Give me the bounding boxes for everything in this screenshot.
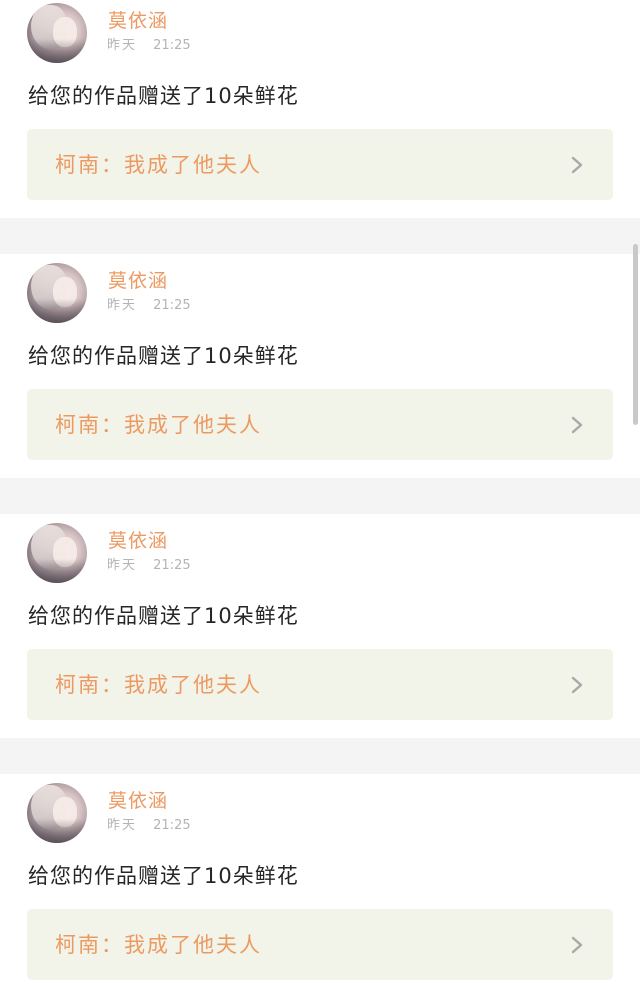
- gift-message: 给您的作品赠送了10朵鲜花: [28, 84, 299, 108]
- user-avatar[interactable]: [27, 3, 87, 63]
- gift-message: 给您的作品赠送了10朵鲜花: [28, 344, 299, 368]
- work-title: 柯南：我成了他夫人: [55, 933, 262, 957]
- avatar-shade-shape: [27, 559, 87, 583]
- user-avatar[interactable]: [27, 783, 87, 843]
- work-link-button[interactable]: 柯南：我成了他夫人: [27, 649, 613, 720]
- chevron-right-icon: [571, 676, 583, 694]
- notification-card: 莫依涵 昨天 21:25 给您的作品赠送了10朵鲜花 柯南：我成了他夫人: [0, 254, 640, 478]
- notification-card: 莫依涵 昨天 21:25 给您的作品赠送了10朵鲜花 柯南：我成了他夫人: [0, 0, 640, 218]
- timestamp-clock: 21:25: [153, 818, 191, 833]
- work-link-button[interactable]: 柯南：我成了他夫人: [27, 129, 613, 200]
- timestamp-day: 昨天: [107, 818, 138, 833]
- username[interactable]: 莫依涵: [108, 790, 168, 812]
- timestamp: 昨天 21:25: [107, 38, 191, 54]
- user-avatar[interactable]: [27, 523, 87, 583]
- timestamp: 昨天 21:25: [107, 558, 191, 574]
- avatar-shade-shape: [27, 299, 87, 323]
- avatar-shade-shape: [27, 39, 87, 63]
- timestamp: 昨天 21:25: [107, 298, 191, 314]
- work-link-button[interactable]: 柯南：我成了他夫人: [27, 909, 613, 980]
- username[interactable]: 莫依涵: [108, 10, 168, 32]
- chevron-right-icon: [571, 416, 583, 434]
- work-title: 柯南：我成了他夫人: [55, 413, 262, 437]
- gift-message: 给您的作品赠送了10朵鲜花: [28, 604, 299, 628]
- username[interactable]: 莫依涵: [108, 270, 168, 292]
- vertical-scrollbar[interactable]: [633, 244, 638, 425]
- work-title: 柯南：我成了他夫人: [55, 673, 262, 697]
- timestamp-clock: 21:25: [153, 558, 191, 573]
- chevron-right-icon: [571, 156, 583, 174]
- timestamp-clock: 21:25: [153, 38, 191, 53]
- chevron-right-icon: [571, 936, 583, 954]
- work-link-button[interactable]: 柯南：我成了他夫人: [27, 389, 613, 460]
- notification-card: 莫依涵 昨天 21:25 给您的作品赠送了10朵鲜花 柯南：我成了他夫人: [0, 514, 640, 738]
- timestamp: 昨天 21:25: [107, 818, 191, 834]
- gift-message: 给您的作品赠送了10朵鲜花: [28, 864, 299, 888]
- timestamp-day: 昨天: [107, 558, 138, 573]
- timestamp-clock: 21:25: [153, 298, 191, 313]
- username[interactable]: 莫依涵: [108, 530, 168, 552]
- timestamp-day: 昨天: [107, 298, 138, 313]
- notification-card: 莫依涵 昨天 21:25 给您的作品赠送了10朵鲜花 柯南：我成了他夫人: [0, 774, 640, 998]
- work-title: 柯南：我成了他夫人: [55, 153, 262, 177]
- avatar-shade-shape: [27, 819, 87, 843]
- timestamp-day: 昨天: [107, 38, 138, 53]
- user-avatar[interactable]: [27, 263, 87, 323]
